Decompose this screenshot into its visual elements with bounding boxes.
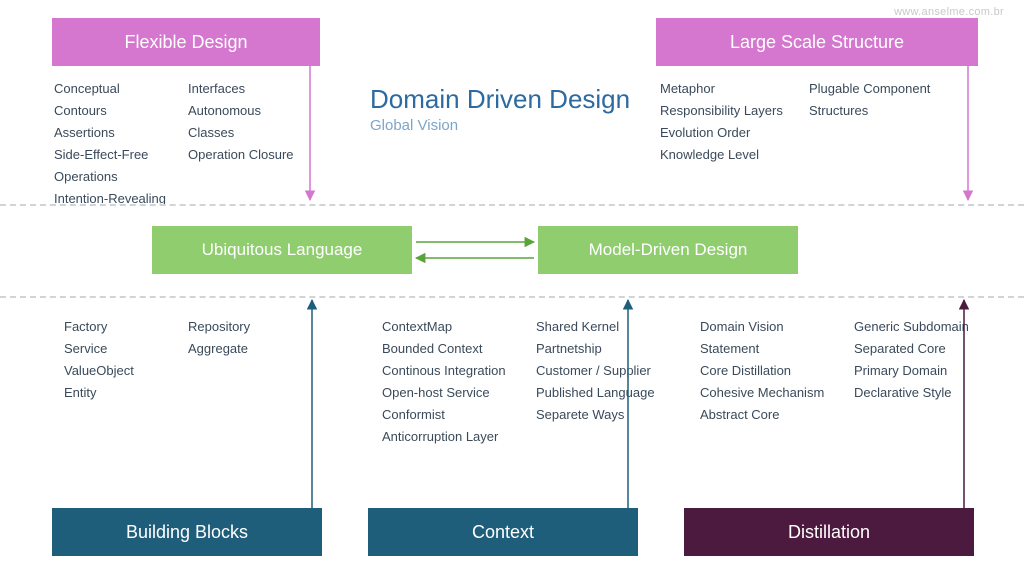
list-item: Separete Ways [536,404,655,426]
list-item: Operations [54,166,174,188]
large-scale-structure-list: Metaphor Responsibility Layers Evolution… [660,78,959,166]
list-item: Separated Core [854,338,969,360]
list-item: Cohesive Mechanism [700,382,840,404]
list-item: Partnetship [536,338,655,360]
list-item: ContextMap [382,316,522,338]
list-item: Domain Vision [700,316,840,338]
list-item: Core Distillation [700,360,840,382]
list-item: Generic Subdomain [854,316,969,338]
divider-bottom [0,296,1024,298]
list-item: Abstract Core [700,404,840,426]
list-item: Factory [64,316,174,338]
list-item: Operation Closure [188,144,308,166]
list-item: Responsibility Layers [660,100,795,122]
list-item: Statement [700,338,840,360]
divider-top [0,204,1024,206]
flexible-design-list: Conceptual Contours Assertions Side-Effe… [54,78,308,210]
context-list: ContextMap Bounded Context Continous Int… [382,316,655,448]
list-item: Open-host Service [382,382,522,404]
list-item: Anticorruption Layer [382,426,522,448]
list-item: Structures [809,100,959,122]
list-item: Primary Domain [854,360,969,382]
list-item: Service [64,338,174,360]
list-item: Entity [64,382,174,404]
watermark-text: www.anselme.com.br [894,6,1004,18]
list-item: Metaphor [660,78,795,100]
list-item: Repository [188,316,250,338]
title-sub: Global Vision [370,117,630,134]
title-main: Domain Driven Design [370,84,630,115]
list-item: Evolution Order [660,122,795,144]
distillation-header: Distillation [684,508,974,556]
list-item: Continous Integration [382,360,522,382]
list-item: Intention-Revealing [54,188,174,210]
large-scale-structure-header: Large Scale Structure [656,18,978,66]
building-blocks-list: Factory Service ValueObject Entity Repos… [64,316,250,404]
building-blocks-header: Building Blocks [52,508,322,556]
distillation-list: Domain Vision Statement Core Distillatio… [700,316,969,426]
list-item: Published Language [536,382,655,404]
context-header: Context [368,508,638,556]
title-block: Domain Driven Design Global Vision [370,84,630,134]
list-item: Interfaces [188,78,308,100]
ubiquitous-language-box: Ubiquitous Language [152,226,412,274]
list-item: Knowledge Level [660,144,795,166]
list-item: Autonomous Classes [188,100,308,144]
list-item: ValueObject [64,360,174,382]
model-driven-design-box: Model-Driven Design [538,226,798,274]
list-item: Aggregate [188,338,250,360]
list-item: Bounded Context [382,338,522,360]
list-item: Declarative Style [854,382,969,404]
list-item: Shared Kernel [536,316,655,338]
list-item: Side-Effect-Free [54,144,174,166]
list-item: Customer / Supplier [536,360,655,382]
flexible-design-header: Flexible Design [52,18,320,66]
list-item: Conformist [382,404,522,426]
list-item: Plugable Component [809,78,959,100]
list-item: Conceptual Contours [54,78,174,122]
list-item: Assertions [54,122,174,144]
